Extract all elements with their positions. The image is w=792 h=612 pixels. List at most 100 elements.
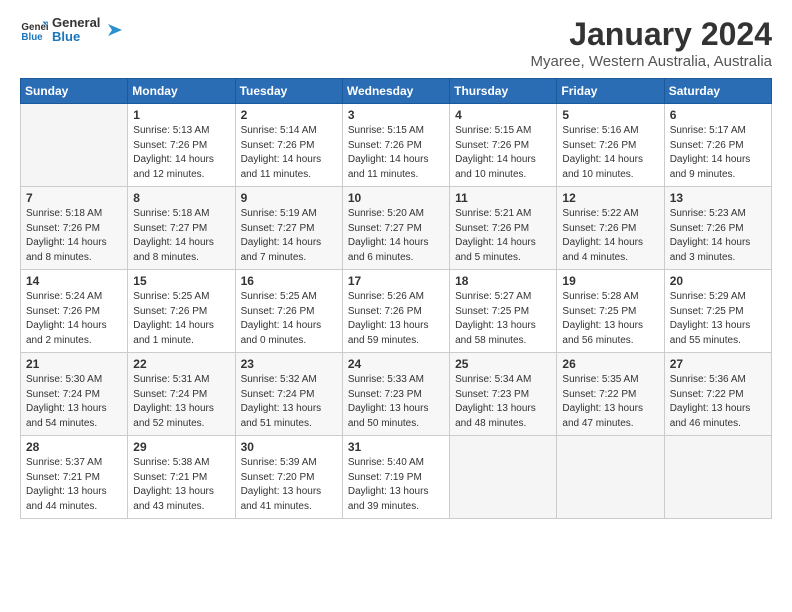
calendar-day-cell: 31 Sunrise: 5:40 AMSunset: 7:19 PMDayligh… [342, 436, 449, 519]
calendar-day-cell: 3 Sunrise: 5:15 AMSunset: 7:26 PMDaylight… [342, 104, 449, 187]
day-info: Sunrise: 5:26 AMSunset: 7:26 PMDaylight:… [348, 290, 444, 348]
day-number: 17 [348, 274, 444, 288]
day-number: 27 [670, 357, 766, 371]
location-title: Myaree, Western Australia, Australia [531, 53, 773, 70]
day-info: Sunrise: 5:14 AMSunset: 7:26 PMDaylight:… [241, 124, 337, 182]
day-number: 18 [455, 274, 551, 288]
day-info: Sunrise: 5:13 AMSunset: 7:26 PMDaylight:… [133, 124, 229, 182]
calendar-day-cell: 11Sunrise: 5:21 AMSunset: 7:26 PMDayligh… [450, 187, 557, 270]
day-info: Sunrise: 5:17 AMSunset: 7:26 PMDaylight:… [670, 124, 766, 182]
day-number: 12 [562, 191, 658, 205]
calendar-day-cell: 29 Sunrise: 5:38 AMSunset: 7:21 PMDayligh… [128, 436, 235, 519]
day-number: 6 [670, 108, 766, 122]
day-info: Sunrise: 5:15 AMSunset: 7:26 PMDaylight:… [348, 124, 444, 182]
day-info: Sunrise: 5:16 AMSunset: 7:26 PMDaylight:… [562, 124, 658, 182]
logo-general: General [52, 16, 100, 30]
calendar-week-row: 1Sunrise: 5:13 AMSunset: 7:26 PMDaylight… [21, 104, 772, 187]
weekday-header: Tuesday [235, 79, 342, 104]
day-number: 20 [670, 274, 766, 288]
day-number: 21 [26, 357, 122, 371]
day-number: 3 [348, 108, 444, 122]
logo-icon: General Blue [20, 16, 48, 44]
day-number: 13 [670, 191, 766, 205]
calendar-week-row: 21 Sunrise: 5:30 AMSunset: 7:24 PMDayligh… [21, 353, 772, 436]
calendar-day-cell: 6 Sunrise: 5:17 AMSunset: 7:26 PMDaylight… [664, 104, 771, 187]
day-info: Sunrise: 5:36 AMSunset: 7:22 PMDaylight:… [670, 373, 766, 431]
day-info: Sunrise: 5:28 AMSunset: 7:25 PMDaylight:… [562, 290, 658, 348]
day-info: Sunrise: 5:31 AMSunset: 7:24 PMDaylight:… [133, 373, 229, 431]
day-number: 2 [241, 108, 337, 122]
calendar-day-cell: 18Sunrise: 5:27 AMSunset: 7:25 PMDayligh… [450, 270, 557, 353]
day-number: 10 [348, 191, 444, 205]
day-info: Sunrise: 5:34 AMSunset: 7:23 PMDaylight:… [455, 373, 551, 431]
day-number: 4 [455, 108, 551, 122]
day-info: Sunrise: 5:40 AMSunset: 7:19 PMDaylight:… [348, 456, 444, 514]
calendar-day-cell: 30 Sunrise: 5:39 AMSunset: 7:20 PMDayligh… [235, 436, 342, 519]
calendar-table: SundayMondayTuesdayWednesdayThursdayFrid… [20, 78, 772, 519]
calendar-day-cell: 23Sunrise: 5:32 AMSunset: 7:24 PMDayligh… [235, 353, 342, 436]
weekday-header: Friday [557, 79, 664, 104]
weekday-header: Saturday [664, 79, 771, 104]
calendar-day-cell: 4 Sunrise: 5:15 AMSunset: 7:26 PMDaylight… [450, 104, 557, 187]
day-info: Sunrise: 5:25 AMSunset: 7:26 PMDaylight:… [241, 290, 337, 348]
calendar-day-cell: 19 Sunrise: 5:28 AMSunset: 7:25 PMDayligh… [557, 270, 664, 353]
day-info: Sunrise: 5:38 AMSunset: 7:21 PMDaylight:… [133, 456, 229, 514]
calendar-day-cell: 7 Sunrise: 5:18 AMSunset: 7:26 PMDaylight… [21, 187, 128, 270]
calendar-day-cell: 1Sunrise: 5:13 AMSunset: 7:26 PMDaylight… [128, 104, 235, 187]
calendar-day-cell: 21 Sunrise: 5:30 AMSunset: 7:24 PMDayligh… [21, 353, 128, 436]
calendar-day-cell: 26 Sunrise: 5:35 AMSunset: 7:22 PMDayligh… [557, 353, 664, 436]
day-number: 7 [26, 191, 122, 205]
header: General Blue General Blue January 2024 M… [20, 16, 772, 70]
day-number: 15 [133, 274, 229, 288]
calendar-day-cell: 14Sunrise: 5:24 AMSunset: 7:26 PMDayligh… [21, 270, 128, 353]
calendar-week-row: 28 Sunrise: 5:37 AMSunset: 7:21 PMDayligh… [21, 436, 772, 519]
day-number: 26 [562, 357, 658, 371]
calendar-day-cell: 25 Sunrise: 5:34 AMSunset: 7:23 PMDayligh… [450, 353, 557, 436]
day-number: 23 [241, 357, 337, 371]
day-info: Sunrise: 5:30 AMSunset: 7:24 PMDaylight:… [26, 373, 122, 431]
day-number: 30 [241, 440, 337, 454]
calendar-day-cell [450, 436, 557, 519]
day-number: 19 [562, 274, 658, 288]
day-info: Sunrise: 5:35 AMSunset: 7:22 PMDaylight:… [562, 373, 658, 431]
day-info: Sunrise: 5:22 AMSunset: 7:26 PMDaylight:… [562, 207, 658, 265]
calendar-day-cell: 10 Sunrise: 5:20 AMSunset: 7:27 PMDayligh… [342, 187, 449, 270]
day-info: Sunrise: 5:29 AMSunset: 7:25 PMDaylight:… [670, 290, 766, 348]
day-number: 31 [348, 440, 444, 454]
calendar-day-cell: 2 Sunrise: 5:14 AMSunset: 7:26 PMDaylight… [235, 104, 342, 187]
calendar-day-cell: 27 Sunrise: 5:36 AMSunset: 7:22 PMDayligh… [664, 353, 771, 436]
calendar-day-cell: 22 Sunrise: 5:31 AMSunset: 7:24 PMDayligh… [128, 353, 235, 436]
day-number: 25 [455, 357, 551, 371]
logo: General Blue General Blue [20, 16, 124, 45]
day-number: 29 [133, 440, 229, 454]
day-info: Sunrise: 5:37 AMSunset: 7:21 PMDaylight:… [26, 456, 122, 514]
day-number: 9 [241, 191, 337, 205]
day-info: Sunrise: 5:18 AMSunset: 7:27 PMDaylight:… [133, 207, 229, 265]
calendar-day-cell: 20 Sunrise: 5:29 AMSunset: 7:25 PMDayligh… [664, 270, 771, 353]
day-info: Sunrise: 5:39 AMSunset: 7:20 PMDaylight:… [241, 456, 337, 514]
calendar-day-cell [664, 436, 771, 519]
calendar-day-cell: 28 Sunrise: 5:37 AMSunset: 7:21 PMDayligh… [21, 436, 128, 519]
calendar-day-cell [557, 436, 664, 519]
day-info: Sunrise: 5:19 AMSunset: 7:27 PMDaylight:… [241, 207, 337, 265]
day-info: Sunrise: 5:23 AMSunset: 7:26 PMDaylight:… [670, 207, 766, 265]
day-info: Sunrise: 5:18 AMSunset: 7:26 PMDaylight:… [26, 207, 122, 265]
month-title: January 2024 [531, 16, 773, 53]
calendar-day-cell: 12 Sunrise: 5:22 AMSunset: 7:26 PMDayligh… [557, 187, 664, 270]
weekday-header: Monday [128, 79, 235, 104]
calendar-day-cell: 17 Sunrise: 5:26 AMSunset: 7:26 PMDayligh… [342, 270, 449, 353]
weekday-header: Sunday [21, 79, 128, 104]
day-info: Sunrise: 5:15 AMSunset: 7:26 PMDaylight:… [455, 124, 551, 182]
calendar-day-cell: 24 Sunrise: 5:33 AMSunset: 7:23 PMDayligh… [342, 353, 449, 436]
calendar-day-cell: 16Sunrise: 5:25 AMSunset: 7:26 PMDayligh… [235, 270, 342, 353]
day-info: Sunrise: 5:20 AMSunset: 7:27 PMDaylight:… [348, 207, 444, 265]
day-number: 28 [26, 440, 122, 454]
day-number: 22 [133, 357, 229, 371]
calendar-day-cell: 15Sunrise: 5:25 AMSunset: 7:26 PMDayligh… [128, 270, 235, 353]
day-number: 14 [26, 274, 122, 288]
calendar-day-cell: 8 Sunrise: 5:18 AMSunset: 7:27 PMDaylight… [128, 187, 235, 270]
day-number: 24 [348, 357, 444, 371]
day-number: 8 [133, 191, 229, 205]
day-number: 5 [562, 108, 658, 122]
day-info: Sunrise: 5:33 AMSunset: 7:23 PMDaylight:… [348, 373, 444, 431]
